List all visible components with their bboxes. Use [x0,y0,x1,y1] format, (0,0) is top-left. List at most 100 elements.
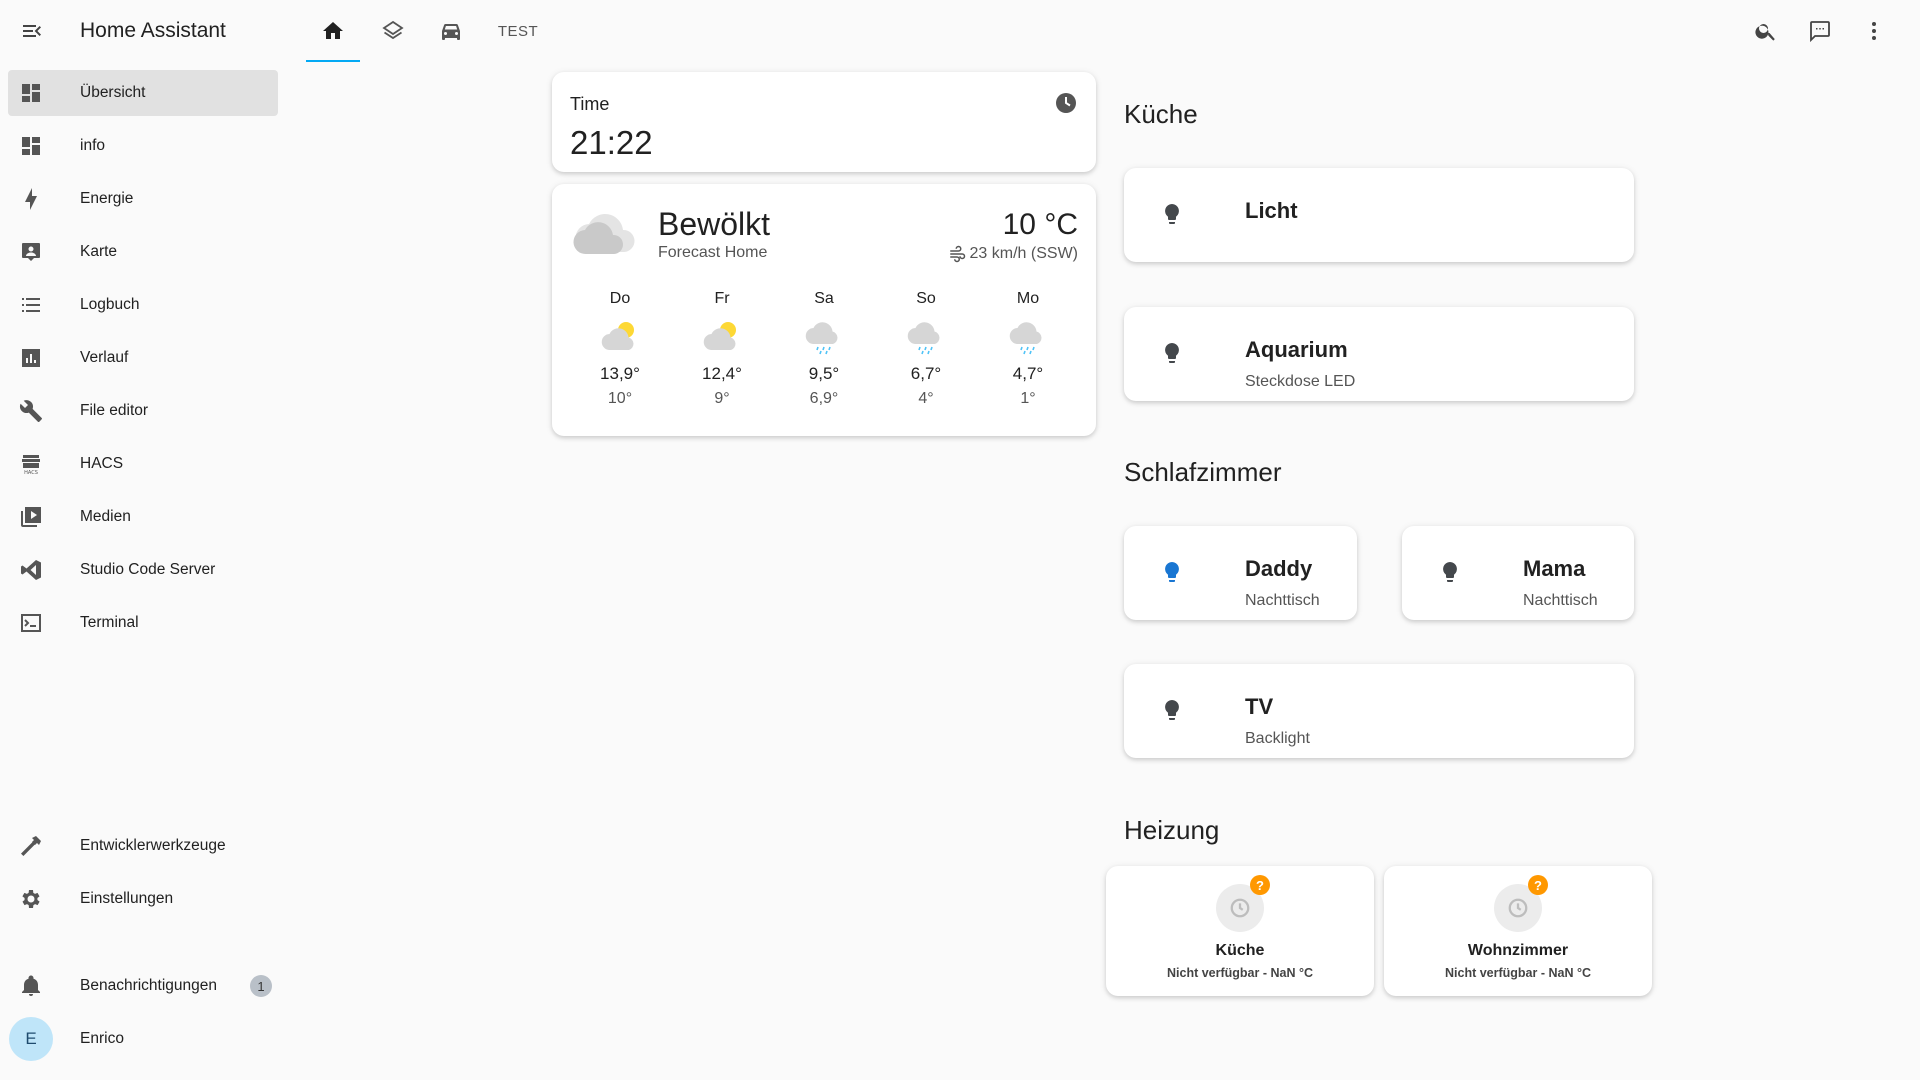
sidebar-item-terminal[interactable]: Terminal [8,600,278,646]
sidebar-item-einstellungen[interactable]: Einstellungen [8,876,278,922]
rainy-icon [776,316,872,358]
notification-count-badge: 1 [250,975,272,997]
weather-condition: Bewölkt [658,206,771,242]
forecast-high: 4,7° [1012,364,1044,383]
forecast-day-label: So [916,290,936,307]
menu-toggle-button[interactable] [18,17,46,45]
sidebar-item-label: info [80,137,105,154]
partly-cloudy-icon [674,316,770,358]
thermostat-card-kueche[interactable]: ? Küche Nicht verfügbar - NaN °C [1106,866,1374,996]
wrench-icon [19,399,43,423]
forecast-day: Fr 12,4° 9° [674,290,770,408]
view-dashboard-icon [19,134,43,158]
forecast-low: 4° [918,390,934,407]
tab-car[interactable] [424,0,478,62]
tab-home[interactable] [306,0,360,62]
chart-box-icon [19,346,43,370]
entity-subtitle: Backlight [1245,730,1310,747]
sidebar-item-label: Logbuch [80,296,140,313]
lightbulb-icon[interactable] [1160,341,1184,370]
forecast-day-label: Mo [1016,290,1040,307]
lightbulb-icon[interactable] [1160,698,1184,727]
console-icon [19,611,43,635]
section-title-heizung: Heizung [1124,815,1220,845]
forecast-low: 1° [1020,390,1036,407]
forecast-low: 6,9° [809,390,839,407]
entity-card-licht[interactable]: Licht [1124,168,1634,262]
clock-icon [1054,91,1078,120]
assist-icon [1810,21,1830,43]
sidebar-bottom: Entwicklerwerkzeuge Einstellungen Benach… [0,823,282,1069]
sidebar-item-logbuch[interactable]: Logbuch [8,282,278,328]
account-box-icon [19,240,43,264]
cog-icon [19,887,43,911]
sidebar-item-label: Übersicht [80,84,146,101]
wind-icon [949,245,965,263]
forecast-day: So 6,7° 4° [878,290,974,408]
sidebar-item-karte[interactable]: Karte [8,229,278,275]
sidebar-item-label: File editor [80,402,149,419]
tab-test[interactable]: TEST [482,0,554,62]
menu-open-icon [23,25,41,37]
bell-icon [19,974,43,998]
search-button[interactable] [1748,13,1784,49]
thermostat-card-wohnzimmer[interactable]: ? Wohnzimmer Nicht verfügbar - NaN °C [1384,866,1652,996]
rainy-icon [878,316,974,358]
sidebar-item-label: Karte [80,243,118,260]
lightbulb-icon[interactable] [1438,560,1462,589]
sidebar-item-label: Medien [80,508,131,525]
lightbulb-icon[interactable] [1160,560,1184,589]
partly-cloudy-icon [572,316,668,358]
sidebar-item-label: Studio Code Server [80,561,216,578]
home-icon [323,22,343,39]
forecast-low: 10° [607,390,633,407]
sidebar-item-medien[interactable]: Medien [8,494,278,540]
assist-button[interactable] [1802,13,1838,49]
wind-value: 23 km/h (SSW) [969,245,1078,262]
format-list-bulleted-icon [19,293,43,317]
sidebar-item-studio-code-server[interactable]: Studio Code Server [8,547,278,593]
sidebar-item-energie[interactable]: Energie [8,176,278,222]
weather-temperature: 10 °C [1002,208,1078,241]
lightning-bolt-icon [19,187,43,211]
sidebar-item-label: Energie [80,190,134,207]
hammer-icon [19,834,43,858]
time-card-label: Time [570,94,610,114]
entity-card-tv[interactable]: TV Backlight [1124,664,1634,758]
entity-card-mama[interactable]: Mama Nachttisch [1402,526,1634,620]
time-card[interactable]: Time 21:22 [552,72,1096,172]
entity-subtitle: Steckdose LED [1245,373,1356,390]
sidebar-item-benachrichtigungen[interactable]: Benachrichtigungen 1 [8,963,278,1009]
tab-layers[interactable] [366,0,420,62]
weather-forecast-card[interactable]: Bewölkt Forecast Home 10 °C 23 km/h (SSW… [552,184,1096,436]
more-vertical-icon [1872,22,1876,40]
sidebar-item-file-editor[interactable]: File editor [8,388,278,434]
forecast-day-label: Sa [814,290,834,307]
entity-name: Mama [1523,556,1586,581]
top-app-bar: TEST [282,0,1920,62]
entity-card-daddy[interactable]: Daddy Nachttisch [1124,526,1357,620]
forecast-high: 12,4° [702,364,742,383]
search-icon [1755,24,1775,41]
forecast-low: 9° [714,390,730,407]
unavailable-badge-icon: ? [1528,875,1548,895]
sidebar-item-info[interactable]: info [8,123,278,169]
thermostat-name: Küche [1215,942,1265,959]
play-box-multiple-icon [19,505,43,529]
sidebar-item-hacs[interactable]: HACS HACS [8,441,278,487]
more-options-button[interactable] [1856,13,1892,49]
sidebar-item-label: Entwicklerwerkzeuge [80,837,226,854]
hacs-store-icon: HACS [19,452,43,476]
sidebar-item-user[interactable]: E Enrico [8,1016,278,1062]
sidebar-item-entwicklerwerkzeuge[interactable]: Entwicklerwerkzeuge [8,823,278,869]
car-icon [442,24,460,40]
lightbulb-icon[interactable] [1160,202,1184,231]
entity-card-aquarium[interactable]: Aquarium Steckdose LED [1124,307,1634,401]
sidebar-item-verlauf[interactable]: Verlauf [8,335,278,381]
sidebar-item-uebersicht[interactable]: Übersicht [8,70,278,116]
app-title: Home Assistant [80,19,226,42]
unavailable-badge-icon: ? [1250,875,1270,895]
thermostat-state: Nicht verfügbar - NaN °C [1445,966,1591,980]
forecast-day-label: Do [609,290,631,307]
